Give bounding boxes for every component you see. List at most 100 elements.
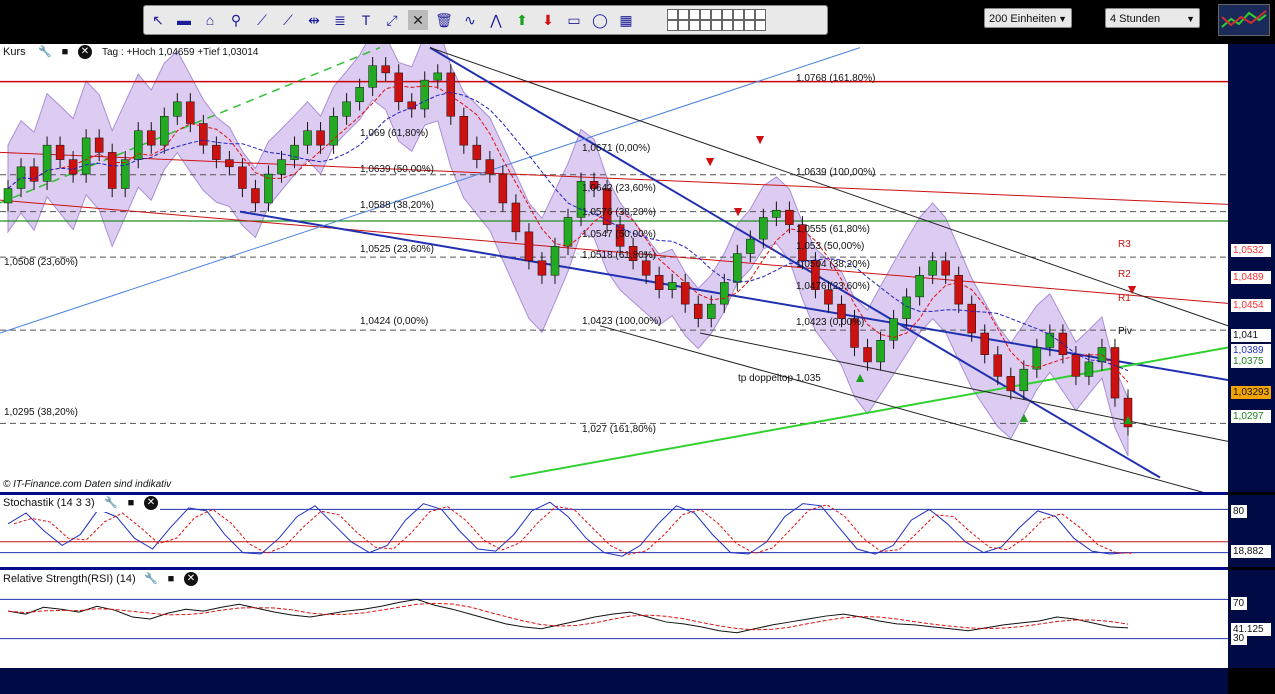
rectangle-icon[interactable]: ▭ bbox=[564, 10, 584, 30]
units-select[interactable]: 200 Einheiten ▼ bbox=[984, 8, 1072, 28]
window-icon[interactable]: ■ bbox=[124, 496, 138, 510]
rsi-line bbox=[7, 598, 1129, 634]
color-swatch[interactable] bbox=[700, 9, 711, 20]
candle bbox=[746, 238, 755, 254]
drawing-tools: ↖ ▬ ⌂ ⚲ ⟋ ⟋ ⇹ ≣ T ⤢ ✕ 🗑 ∿ ⋀ ⬆ ⬇ ▭ ◯ ▦ bbox=[143, 5, 828, 35]
annotation-fib19: 1,0423 (0,00%) bbox=[796, 317, 864, 328]
chevron-down-icon: ▼ bbox=[1058, 14, 1067, 24]
price-chart[interactable]: 1,0768 (161,80%) 1,069 (61,80%) 1,0671 (0,… bbox=[0, 24, 1229, 500]
candle bbox=[537, 260, 547, 276]
candle bbox=[1032, 347, 1042, 370]
candle bbox=[107, 152, 117, 189]
color-swatch[interactable] bbox=[755, 9, 766, 20]
annotation-fib7: 1,0588 (38,20%) bbox=[360, 200, 434, 211]
candle bbox=[485, 159, 495, 175]
color-swatch[interactable] bbox=[755, 20, 766, 31]
annotation-fib22: 1,027 (161,80%) bbox=[582, 424, 656, 435]
window-icon[interactable]: ■ bbox=[58, 45, 72, 59]
arrows-icon[interactable]: ⤢ bbox=[382, 10, 402, 30]
close-icon[interactable]: ✕ bbox=[144, 496, 158, 510]
wrench-icon[interactable]: 🔧 bbox=[104, 496, 118, 510]
ray-icon[interactable]: ⟋ bbox=[278, 10, 298, 30]
candle bbox=[498, 173, 508, 204]
arrow-down-icon[interactable]: ⬇ bbox=[538, 10, 558, 30]
annotation-fib16: 1,0476 (23,60%) bbox=[796, 281, 870, 292]
annotation-fib21: 1,0295 (38,20%) bbox=[4, 407, 78, 418]
fibonacci-icon[interactable]: ≣ bbox=[330, 10, 350, 30]
candle bbox=[225, 159, 234, 168]
magnet-icon[interactable]: ⌂ bbox=[200, 10, 220, 30]
color-swatch[interactable] bbox=[689, 20, 700, 31]
channel-line bbox=[599, 325, 1229, 500]
text-icon[interactable]: T bbox=[356, 10, 376, 30]
candle bbox=[251, 188, 260, 204]
color-swatch[interactable] bbox=[744, 9, 755, 20]
candle bbox=[238, 166, 247, 189]
stochastic-chart[interactable] bbox=[0, 495, 1228, 567]
chevron-down-icon: ▼ bbox=[1186, 14, 1195, 24]
zoom-icon[interactable]: ⚲ bbox=[226, 10, 246, 30]
candle bbox=[1045, 332, 1055, 348]
wrench-icon[interactable]: 🔧 bbox=[144, 572, 158, 586]
ellipse-icon[interactable]: ◯ bbox=[590, 10, 610, 30]
candle bbox=[368, 65, 377, 88]
stochastic-header: Stochastik (14 3 3) 🔧 ■ ✕ bbox=[0, 495, 160, 512]
stochastic-d-line bbox=[13, 504, 1135, 555]
candle bbox=[928, 260, 937, 276]
candle bbox=[654, 274, 664, 290]
fib-fan-icon[interactable]: ⋀ bbox=[486, 10, 506, 30]
annotation-fib13: 1,0518 (61,80%) bbox=[582, 250, 656, 261]
color-swatch[interactable] bbox=[744, 20, 755, 31]
candle bbox=[902, 296, 911, 319]
chart-thumbnail-icon[interactable] bbox=[1218, 4, 1270, 36]
color-swatch[interactable] bbox=[678, 9, 689, 20]
color-swatch[interactable] bbox=[722, 20, 733, 31]
color-swatch[interactable] bbox=[711, 9, 722, 20]
color-swatch[interactable] bbox=[733, 9, 744, 20]
arrow-up-icon[interactable]: ⬆ bbox=[512, 10, 532, 30]
rsi-level-30: 30 bbox=[1231, 632, 1247, 645]
candle bbox=[550, 246, 560, 276]
color-swatch[interactable] bbox=[678, 20, 689, 31]
close-icon[interactable]: ✕ bbox=[78, 45, 92, 59]
stochastic-level-80: 80 bbox=[1231, 505, 1247, 518]
price-panel[interactable]: 1,0768 (161,80%) 1,069 (61,80%) 1,0671 (0,… bbox=[0, 24, 1229, 500]
price-label: 1,0454 bbox=[1231, 299, 1271, 312]
color-swatch[interactable] bbox=[711, 20, 722, 31]
candle bbox=[785, 209, 794, 225]
trash-icon[interactable]: 🗑 bbox=[434, 10, 454, 30]
color-swatch[interactable] bbox=[733, 20, 744, 31]
close-icon[interactable]: ✕ bbox=[184, 572, 198, 586]
ruler-icon[interactable]: ▬ bbox=[174, 10, 194, 30]
candle bbox=[342, 101, 351, 117]
color-swatch[interactable] bbox=[667, 9, 678, 20]
horizontal-line-icon[interactable]: ⇹ bbox=[304, 10, 324, 30]
line-icon[interactable]: ⟋ bbox=[252, 10, 272, 30]
sell-signal-arrow-icon: ▼ bbox=[1125, 281, 1139, 297]
interval-select[interactable]: 4 Stunden ▼ bbox=[1105, 8, 1200, 28]
color-swatch[interactable] bbox=[689, 9, 700, 20]
color-swatch[interactable] bbox=[700, 20, 711, 31]
color-swatch[interactable] bbox=[722, 9, 733, 20]
window-icon[interactable]: ■ bbox=[164, 572, 178, 586]
sell-signal-arrow-icon: ▼ bbox=[753, 131, 767, 147]
annotation-fib4: 1,0639 (50,00%) bbox=[360, 164, 434, 175]
wrench-icon[interactable]: 🔧 bbox=[38, 45, 52, 59]
sell-signal-arrow-icon: ▼ bbox=[703, 153, 717, 169]
candle bbox=[941, 260, 950, 276]
pattern-icon[interactable]: ▦ bbox=[616, 10, 636, 30]
pointer-icon[interactable]: ↖ bbox=[148, 10, 168, 30]
stochastic-panel[interactable] bbox=[0, 495, 1228, 567]
candle bbox=[667, 282, 677, 290]
candle bbox=[1110, 347, 1120, 399]
candle bbox=[81, 137, 91, 175]
color-swatch[interactable] bbox=[667, 20, 678, 31]
candle bbox=[355, 87, 364, 103]
tools-icon[interactable]: ✕ bbox=[408, 10, 428, 30]
buy-signal-arrow-icon: ▲ bbox=[1121, 411, 1135, 427]
candle bbox=[212, 144, 221, 160]
interval-select-value: 4 Stunden bbox=[1110, 13, 1161, 25]
wave-icon[interactable]: ∿ bbox=[460, 10, 480, 30]
candle bbox=[316, 130, 325, 146]
buy-signal-arrow-icon: ▲ bbox=[1017, 409, 1031, 425]
